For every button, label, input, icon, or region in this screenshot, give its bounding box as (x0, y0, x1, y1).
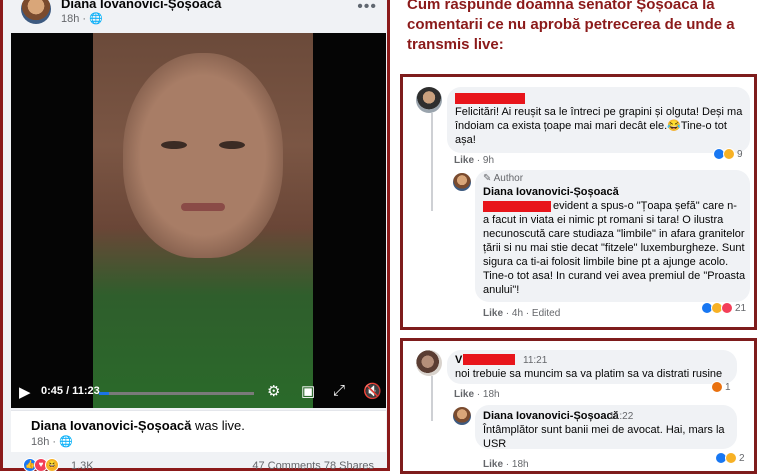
author-avatar[interactable] (453, 173, 471, 191)
post-caption: Diana Iovanovici-Șoșoacă was live. 18h ·… (11, 410, 386, 452)
globe-icon: 🌐 (89, 13, 103, 25)
redacted-commenter-name (455, 93, 525, 104)
like-link[interactable]: Like (483, 308, 503, 319)
video-face (123, 53, 283, 258)
like-link[interactable]: Like (454, 155, 474, 166)
author-badge: ✎ Author (483, 173, 524, 184)
reaction-count[interactable]: 1.3K (71, 460, 94, 472)
thread-line (431, 376, 433, 421)
video-eye-right (219, 141, 245, 149)
reply-clock-time: 11:22 (609, 411, 634, 422)
reply-author-name[interactable]: Diana Iovanovici-Șoșoacă (483, 186, 619, 198)
reply-author-name[interactable]: Diana Iovanovici-Șoșoacă (483, 410, 619, 422)
reply-text: Întâmplător sunt banii mei de avocat. Ha… (483, 424, 725, 450)
comment-time: · 18h (474, 389, 500, 400)
video-eye-left (161, 141, 187, 149)
comment-text: Felicitări! Ai reușit sa le întreci pe g… (455, 106, 743, 146)
post-header: Diana Iovanovici-Șoșoacă 18h · 🌐 ••• (21, 0, 381, 30)
post-stats: 👍 ♥ 😆 1.3K 47 Comments 78 Shares (11, 456, 386, 472)
commenter-avatar[interactable] (416, 87, 442, 113)
haha-reaction-icon: 😆 (45, 458, 59, 472)
author-avatar[interactable] (21, 0, 51, 24)
globe-icon: 🌐 (59, 436, 73, 448)
comment-text: noi trebuie sa muncim sa va platim sa va… (455, 368, 723, 380)
comment-reaction-count: 1 (725, 381, 731, 393)
pip-icon[interactable]: ▣ (301, 382, 315, 400)
mute-icon[interactable]: 🔇 (363, 382, 382, 400)
like-link[interactable]: Like (454, 389, 474, 400)
comment-time: · 9h (474, 155, 495, 166)
love-reaction-icon (721, 302, 733, 314)
video-progress-bar[interactable] (99, 392, 254, 395)
comment-reaction-count: 9 (737, 148, 743, 160)
author-avatar[interactable] (453, 407, 471, 425)
post-time-text: 18h · (61, 13, 90, 25)
reply-meta: Like · 18h (483, 459, 529, 470)
redacted-commenter-name (463, 354, 515, 365)
like-link[interactable]: Like (483, 459, 503, 470)
reply-time: · 4h · Edited (503, 308, 561, 319)
haha-reaction-icon (725, 452, 737, 464)
post-author-name[interactable]: Diana Iovanovici-Șoșoacă (61, 0, 221, 11)
fullscreen-icon[interactable]: ⤢ (333, 382, 345, 399)
comment-thread-2: V 11:21 noi trebuie sa muncim sa va plat… (400, 338, 757, 474)
video-mouth (181, 203, 225, 211)
reply-text-first-line: evident a spus-o "Țoapa șefă" care n- (553, 200, 737, 212)
caption-author[interactable]: Diana Iovanovici-Șoșoacă (31, 418, 191, 433)
angry-reaction-icon (711, 381, 723, 393)
play-icon[interactable]: ▶ (19, 383, 31, 401)
page-heading: Cum răspunde doamna senator Șoșoacă la c… (407, 0, 735, 53)
comment-thread-1: Felicitări! Ai reușit sa le întreci pe g… (400, 74, 757, 330)
reaction-icons[interactable]: 👍 ♥ 😆 (23, 458, 59, 472)
comment-meta: Like · 18h (454, 389, 500, 400)
reply-text: a facut in viata ei nimic pt romani si t… (483, 214, 746, 296)
settings-gear-icon[interactable]: ⚙ (267, 382, 280, 400)
comment-clock-time: 11:21 (523, 355, 548, 366)
caption-time-text: 18h · (31, 436, 60, 448)
redacted-mention (483, 201, 551, 212)
comment-reactions[interactable]: 9 (713, 148, 743, 160)
caption-line: Diana Iovanovici-Șoșoacă was live. (31, 418, 245, 433)
comment-meta: Like · 9h (454, 155, 494, 166)
post-timestamp[interactable]: 18h · 🌐 (61, 12, 103, 25)
reply-reactions[interactable]: 2 (715, 452, 745, 464)
reply-reaction-count: 21 (735, 302, 747, 314)
commenter-avatar[interactable] (416, 350, 442, 376)
facebook-video-post: Diana Iovanovici-Șoșoacă 18h · 🌐 ••• ▶ 0… (0, 0, 390, 472)
video-controls: ▶ 0:45 / 11:23 ⚙ ▣ ⤢ 🔇 (11, 378, 386, 408)
video-time: 0:45 / 11:23 (41, 385, 100, 397)
reply-time: · 18h (503, 459, 529, 470)
comment-reactions[interactable]: 1 (711, 381, 731, 393)
reply-reactions[interactable]: 21 (701, 302, 746, 314)
caption-text: was live. (191, 418, 245, 433)
video-frame (93, 33, 313, 408)
caption-time: 18h · 🌐 (31, 435, 73, 448)
reply-reaction-count: 2 (739, 452, 745, 464)
thread-line (431, 113, 433, 211)
video-player[interactable]: ▶ 0:45 / 11:23 ⚙ ▣ ⤢ 🔇 (11, 33, 386, 408)
video-progress-fill (99, 392, 110, 395)
comments-shares-count[interactable]: 47 Comments 78 Shares (252, 460, 374, 472)
haha-reaction-icon (723, 148, 735, 160)
reply-meta: Like · 4h · Edited (483, 308, 560, 319)
more-options-icon[interactable]: ••• (357, 0, 377, 16)
commenter-initial[interactable]: V (455, 354, 462, 366)
